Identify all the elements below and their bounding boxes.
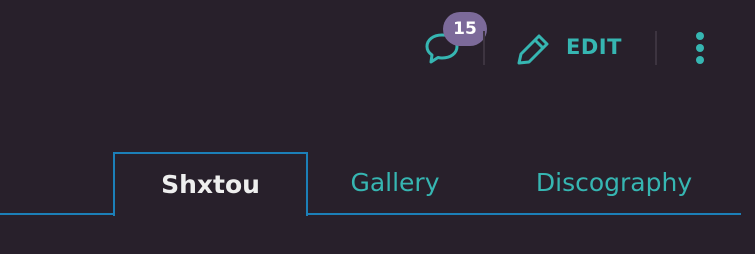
tab-discography[interactable]: Discography	[512, 152, 716, 214]
comments-count-badge: 15	[443, 12, 487, 46]
page-toolbar: 15 EDIT	[0, 0, 755, 90]
page: 15 EDIT Shxtou Gallery Discography	[0, 0, 755, 254]
toolbar-divider	[655, 31, 657, 65]
edit-button-label: EDIT	[566, 35, 622, 59]
edit-button[interactable]: EDIT	[512, 26, 636, 70]
tab-shxtou[interactable]: Shxtou	[113, 152, 308, 216]
more-options-button[interactable]	[688, 28, 712, 68]
toolbar-divider	[483, 31, 485, 65]
pencil-icon	[517, 34, 549, 65]
tab-gallery[interactable]: Gallery	[330, 152, 460, 214]
